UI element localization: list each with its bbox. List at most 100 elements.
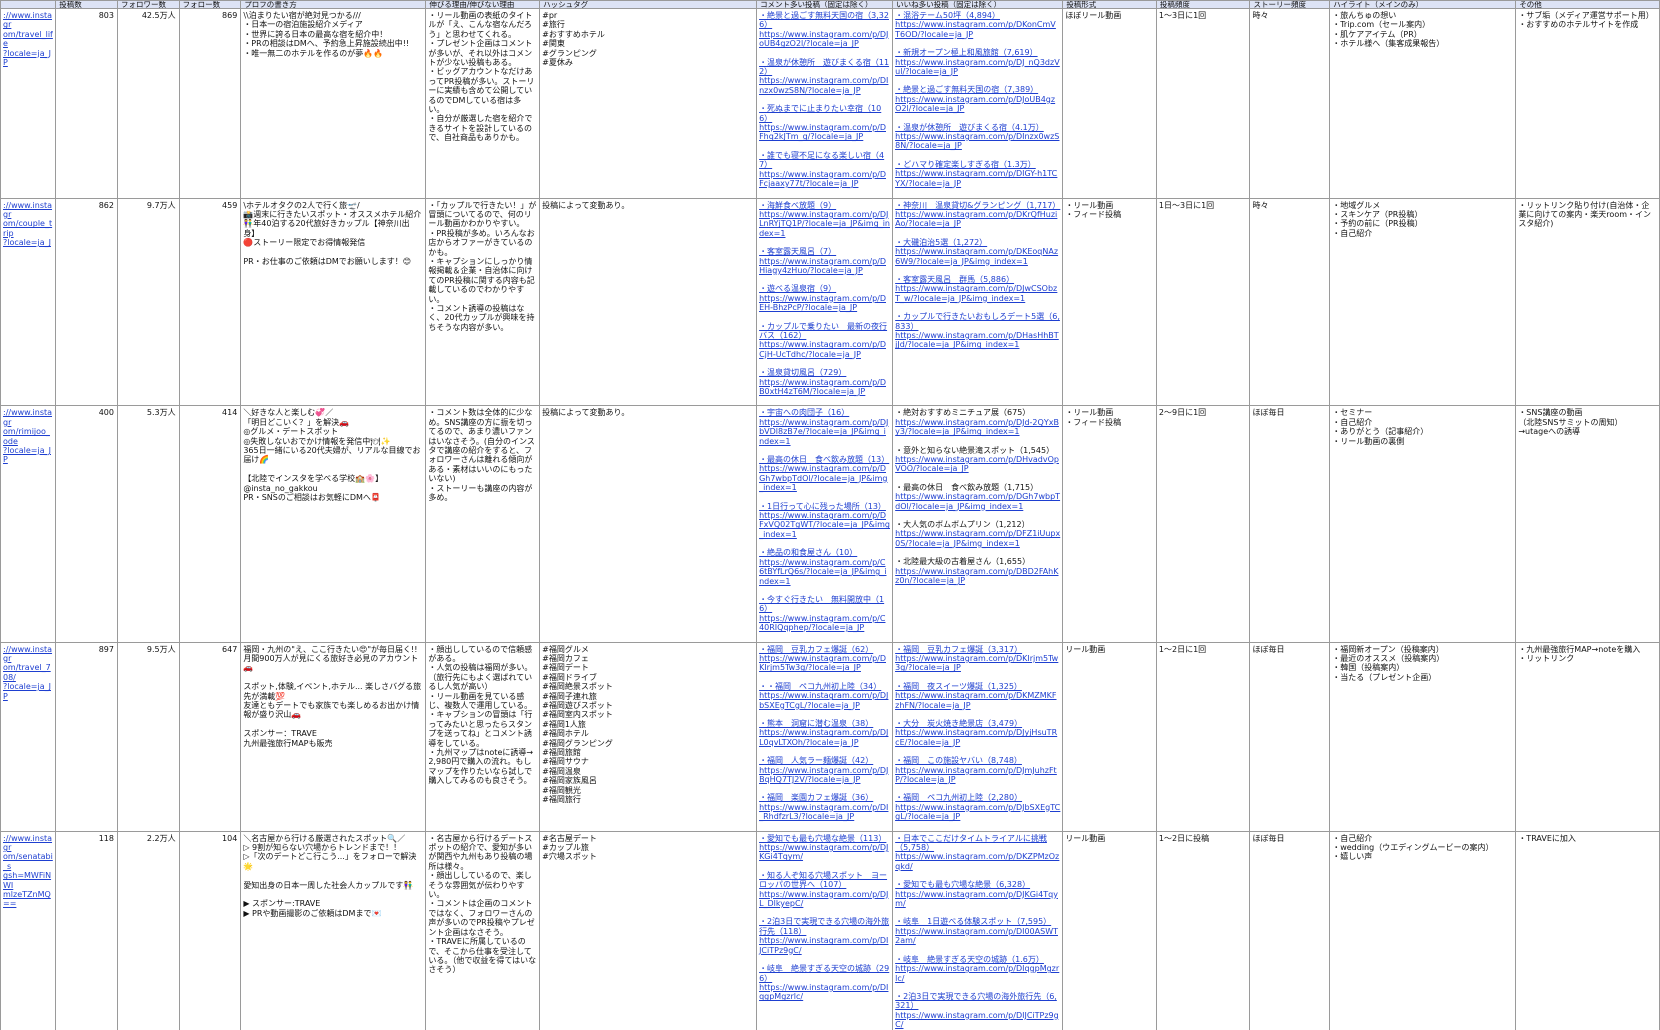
post-link[interactable]: ・1日行って心に残った場所（13） https://www.instagram.c… [759, 502, 890, 540]
column-header[interactable]: ハイライト（メインのみ） [1329, 0, 1517, 9]
post-link[interactable]: ・愛知でも最も穴場な絶景（113） https://www.instagram.c… [759, 834, 890, 862]
post-url[interactable]: https://www.instagram.com/p/DIqgpMgzrlc/ [895, 964, 1060, 983]
post-url[interactable]: https://www.instagram.com/p/DJKGi4Tqym/ [759, 843, 890, 862]
post-url[interactable]: https://www.instagram.com/p/DFcjaaxy77t/… [759, 170, 890, 189]
post-url[interactable]: https://www.instagram.com/p/DJLnRYjTQ1P/… [759, 210, 890, 238]
column-header[interactable]: フォロー数 [178, 0, 242, 9]
post-link[interactable]: ・岐阜 絶景すぎる天空の城跡（296） https://www.instagram… [759, 964, 890, 1002]
post-url[interactable]: https://www.instagram.com/p/DJL_DlkyepC/ [759, 890, 890, 909]
post-url[interactable]: https://www.instagram.com/p/DHvadvOpVOO/… [895, 455, 1060, 474]
post-link[interactable]: ・最高の休日 食べ飲み放題（13） https://www.instagram.c… [759, 455, 890, 493]
post-link[interactable]: ・絶景と過ごす無料天国の宿（3,326） https://www.instagra… [759, 11, 890, 49]
column-header[interactable]: ストーリー頻度 [1249, 0, 1331, 9]
post-link[interactable]: ・温泉が休憩所 遊びまくる宿（4.1万） https://www.instagra… [895, 123, 1060, 151]
post-url[interactable]: https://www.instagram.com/p/DJoUB4gzO2l/… [759, 30, 890, 49]
column-header[interactable]: コメント多い投稿（固定は除く） [756, 0, 894, 9]
post-url[interactable]: https://www.instagram.com/p/DIGY-h1TCYX/… [895, 169, 1060, 188]
post-link[interactable]: ・死ぬまでに止まりたい幸宿（106） https://www.instagram.… [759, 104, 890, 142]
column-header[interactable]: いいね多い投稿（固定は除く） [892, 0, 1064, 9]
post-url[interactable]: https://www.instagram.com/p/DKMZMKFzhFN/… [895, 691, 1060, 710]
post-link[interactable]: ・宇宙への肉団子（16） https://www.instagram.com/p/… [759, 408, 890, 446]
post-url[interactable]: https://www.instagram.com/p/DCjH-UcTdhc/… [759, 340, 890, 359]
post-url[interactable]: https://www.instagram.com/p/DFhq2kJTm_g/… [759, 123, 890, 142]
post-link[interactable]: ・神奈川 温泉貸切&グランピング（1,717） https://www.insta… [895, 201, 1060, 229]
post-url[interactable]: https://www.instagram.com/p/DJwCSObzT_w/… [895, 284, 1060, 303]
column-header[interactable] [0, 0, 57, 9]
post-link[interactable]: ・海鮮食べ放題（9） https://www.instagram.com/p/DJ… [759, 201, 890, 239]
post-url[interactable]: https://www.instagram.com/p/DJyjHsuTRcE/… [895, 728, 1060, 747]
post-link[interactable]: ・岐阜 1日遊べる体験スポット（7,595） https://www.instag… [895, 917, 1060, 945]
column-header[interactable]: 投稿頻度 [1155, 0, 1251, 9]
post-link[interactable]: ・福岡 この施設ヤバい（8,748） https://www.instagram.… [895, 756, 1060, 784]
post-url[interactable]: https://www.instagram.com/p/C40RIQqphep/… [759, 614, 890, 633]
post-url[interactable]: https://www.instagram.com/p/DJmJuhzFtP/?… [895, 766, 1060, 785]
column-header[interactable]: 伸びる理由/伸びない理由 [425, 0, 541, 9]
post-url[interactable]: https://www.instagram.com/p/DFZ1iUupx0S/… [895, 529, 1060, 548]
post-url[interactable]: https://www.instagram.com/p/DB0xtH4zT6M/… [759, 378, 890, 397]
post-url[interactable]: https://www.instagram.com/p/DHiagy4zHuo/… [759, 257, 890, 276]
post-url[interactable]: https://www.instagram.com/p/DKIrjm5Tw3g/… [895, 654, 1060, 673]
post-link[interactable]: ・新規オープン極上和風旅館（7,619） https://www.instagra… [895, 48, 1060, 76]
post-url[interactable]: https://www.instagram.com/p/DJbSXEgTCgL/… [895, 803, 1060, 822]
post-url[interactable]: https://www.instagram.com/p/DJoUB4gzO2l/… [895, 95, 1060, 114]
post-link[interactable]: ・熊本 洞窟に潜む温泉（38） https://www.instagram.com… [759, 719, 890, 747]
post-url[interactable]: https://www.instagram.com/p/DInzx0wzS8N/… [895, 132, 1060, 151]
post-url[interactable]: https://www.instagram.com/p/DEH-BhzPcP/?… [759, 294, 890, 313]
post-link[interactable]: ・福岡 人気ラー麺爆誕（42） https://www.instagram.com… [759, 756, 890, 784]
post-link[interactable]: ・カップルで行きたいおもしろデート5選（6,833） https://www.in… [895, 312, 1060, 350]
post-link[interactable]: ・知る人ぞ知る穴場スポット ヨーロッパの世界へ（107） https://www.… [759, 871, 890, 909]
post-url[interactable]: https://www.instagram.com/p/DKrQfHuziAo/… [895, 210, 1060, 229]
account-url-cell[interactable]: ://www.instagr om/couple_trip ?locale=ja… [0, 197, 57, 407]
account-url-cell[interactable]: ://www.instagr om/travel_life ?locale=ja… [0, 8, 57, 199]
column-header[interactable]: ハッシュタグ [539, 0, 758, 9]
post-url[interactable]: https://www.instagram.com/p/DJd-2QYxBy3/… [895, 418, 1060, 437]
post-link[interactable]: ・絶景と過ごす無料天国の宿（7,389） https://www.instagra… [895, 85, 1060, 113]
post-url[interactable]: https://www.instagram.com/p/DFxVQ02TgWT/… [759, 511, 890, 539]
post-url[interactable]: https://www.instagram.com/p/DJKGi4Tqym/ [895, 890, 1060, 909]
post-link[interactable]: ・福岡 豆乳カフェ爆誕（62） https://www.instagram.com… [759, 645, 890, 673]
post-url[interactable]: https://www.instagram.com/p/DJ_nQ3dzVul/… [895, 58, 1060, 77]
post-link[interactable]: ・今すぐ行きたい 無料開放中（16） https://www.instagram.… [759, 595, 890, 633]
post-url[interactable]: https://www.instagram.com/p/DGh7wbpTdOl/… [759, 464, 890, 492]
post-link[interactable]: ・大人気のボムボムプリン（1,212） https://www.instagram… [895, 520, 1060, 548]
post-link[interactable]: ・愛知でも最も穴場な絶景（6,328） https://www.instagram… [895, 880, 1060, 908]
post-url[interactable]: https://www.instagram.com/p/DGh7wbpTdOl/… [895, 492, 1060, 511]
post-link[interactable]: ・福岡 夜スイーツ爆誕（1,325） https://www.instagram.… [895, 682, 1060, 710]
post-link[interactable]: ・北陸最大級の古着屋さん（1,655） https://www.instagram… [895, 557, 1060, 585]
post-url[interactable]: https://www.instagram.com/p/DJbVDl8zB7e/… [759, 418, 890, 446]
post-link[interactable]: ・客室露天風呂 群馬（5,886） https://www.instagram.c… [895, 275, 1060, 303]
post-link[interactable]: ・カップルで乗りたい 最新の夜行バス（162） https://www.insta… [759, 322, 890, 360]
post-url[interactable]: https://www.instagram.com/p/DJBqHQ7TJ2V/… [759, 766, 890, 785]
post-link[interactable]: ・日本でここだけタイムトライアルに挑戦（5,758） https://www.in… [895, 834, 1060, 872]
post-url[interactable]: https://www.instagram.com/p/DBD2FAhKz0n/… [895, 567, 1060, 586]
post-url[interactable]: https://www.instagram.com/p/DJL0qvLTXOh/… [759, 728, 890, 747]
account-url-cell[interactable]: ://www.instagr om/rimijoo_ode ?locale=ja… [0, 405, 57, 643]
post-url[interactable]: https://www.instagram.com/p/DKEoqNAz6W9/… [895, 247, 1060, 266]
post-link[interactable]: ・遊べる温泉宿（9） https://www.instagram.com/p/DE… [759, 284, 890, 312]
post-link[interactable]: ・福岡 楽園カフェ爆誕（36） https://www.instagram.com… [759, 793, 890, 821]
column-header[interactable]: プロフの書き方 [240, 0, 427, 9]
column-header[interactable]: 投稿数 [55, 0, 118, 9]
post-url[interactable]: https://www.instagram.com/p/DInzx0wzS8N/… [759, 76, 890, 95]
post-link[interactable]: ・誰でも寝不足になる楽しい宿（47） https://www.instagram.… [759, 151, 890, 189]
post-url[interactable]: https://www.instagram.com/p/DIJCiTPz9gC/ [895, 1011, 1060, 1030]
post-url[interactable]: https://www.instagram.com/p/DKZPMzOzqkd/ [895, 852, 1060, 871]
post-link[interactable]: ・温泉貸切風呂（729） https://www.instagram.com/p/… [759, 368, 890, 396]
post-url[interactable]: https://www.instagram.com/p/DKIrjm5Tw3g/… [759, 654, 890, 673]
post-link[interactable]: ・・福岡 ペコ九州初上陸（34） https://www.instagram.co… [759, 682, 890, 710]
post-url[interactable]: https://www.instagram.com/p/DJbSXEgTCgL/… [759, 691, 890, 710]
column-header[interactable]: フォロワー数 [116, 0, 180, 9]
post-url[interactable]: https://www.instagram.com/p/DKonCmVT6OD/… [895, 20, 1060, 39]
post-link[interactable]: ・岐阜 絶景すぎる天空の城跡（1.6万） https://www.instagra… [895, 955, 1060, 983]
post-link[interactable]: ・混浴テーム50坪（4,894） https://www.instagram.co… [895, 11, 1060, 39]
post-url[interactable]: https://www.instagram.com/p/DIqgpMgzrlc/ [759, 983, 890, 1002]
column-header[interactable]: 投稿形式 [1062, 0, 1157, 9]
account-url-cell[interactable]: ://www.instagr om/travel_708/ ?locale=ja… [0, 641, 57, 832]
post-link[interactable]: ・絶対おすすめミニチュア展（675） https://www.instagram.… [895, 408, 1060, 436]
account-url-cell[interactable]: ://www.instagr om/senatabi_s gsh=MWFiNWI… [0, 830, 57, 1030]
post-link[interactable]: ・客室露天風呂（7） https://www.instagram.com/p/DH… [759, 247, 890, 275]
post-link[interactable]: ・意外と知らない絶景滝スポット（1,545） https://www.instag… [895, 446, 1060, 474]
post-link[interactable]: ・温泉が休憩所 遊びまくる宿（112） https://www.instagram… [759, 58, 890, 96]
post-link[interactable]: ・2泊3日で実現できる穴場の海外旅行先（6,321） https://www.in… [895, 992, 1060, 1030]
post-link[interactable]: ・福岡 ペコ九州初上陸（2,280） https://www.instagram.… [895, 793, 1060, 821]
